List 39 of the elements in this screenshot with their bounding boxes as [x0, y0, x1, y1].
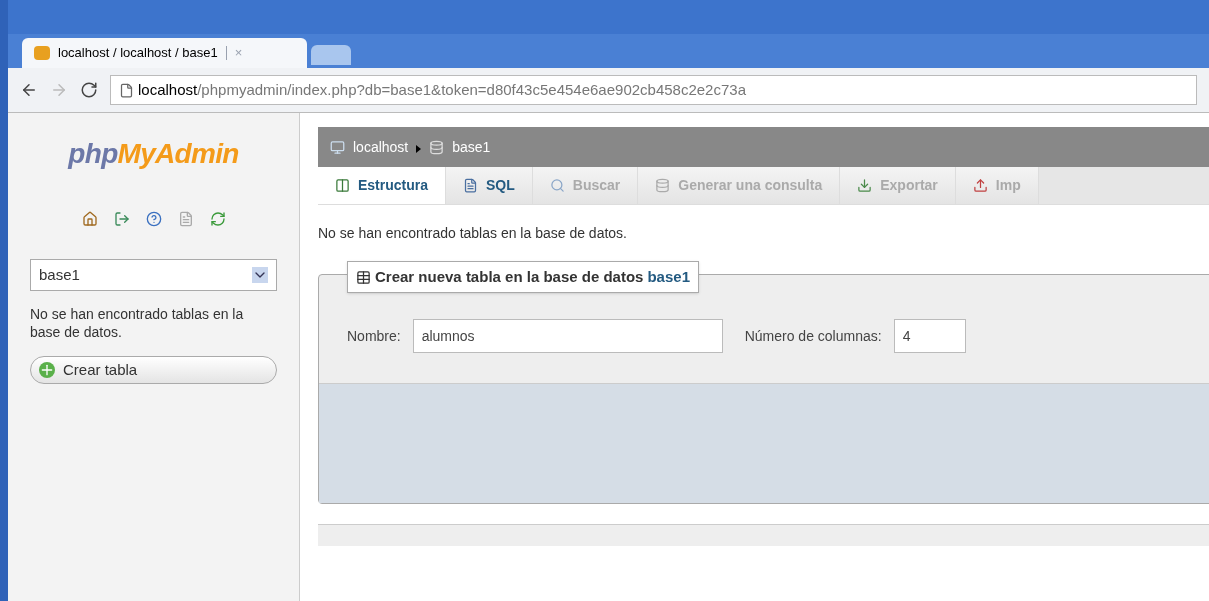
structure-icon — [335, 178, 350, 193]
new-table-icon — [356, 269, 371, 285]
document-icon — [463, 178, 479, 193]
name-field[interactable]: alumnos — [412, 319, 723, 353]
browser-tab[interactable]: localhost / localhost / base1 × — [22, 38, 307, 68]
columns-label: Número de columnas: — [744, 326, 882, 346]
database-select[interactable]: base1 — [30, 259, 277, 291]
back-icon[interactable] — [20, 81, 38, 99]
export-icon — [857, 178, 873, 193]
triangle-icon — [416, 145, 422, 153]
address-bar[interactable]: localhost/phpmyadmin/index.php?db=base1&token=d80f43c5e454e6ae902cb458c2e2c73a — [110, 75, 1197, 105]
columns-field[interactable]: 4 — [893, 319, 966, 353]
create-table-button[interactable]: Crear tabla — [30, 356, 277, 384]
chevron-down-icon — [252, 267, 268, 283]
import-icon — [972, 178, 988, 193]
name-label: Nombre: — [347, 326, 401, 346]
home-icon[interactable] — [81, 211, 98, 227]
page-icon — [119, 82, 134, 98]
database-icon — [655, 178, 671, 193]
help-icon[interactable] — [145, 211, 162, 227]
breadcrumb-link[interactable]: localhost — [353, 136, 409, 158]
breadcrumb-link[interactable]: base1 — [452, 136, 491, 158]
search-icon — [549, 178, 565, 193]
notice-text: No se han encontrado tablas en la base de datos. — [318, 224, 628, 243]
document-icon[interactable] — [177, 211, 194, 227]
legend-text: Crear nueva tabla en la base de datos — [375, 266, 644, 287]
database-icon — [429, 139, 445, 155]
database-name: base1 — [647, 266, 690, 287]
tab-title: localhost / localhost / base1 — [58, 44, 218, 63]
reload-icon[interactable] — [80, 81, 98, 99]
no-tables-message: No se han encontrado tablas en la base de datos. — [30, 305, 245, 341]
phpmyadmin-logo: phpMyAdmin — [66, 137, 240, 171]
tab[interactable]: Estructura — [318, 167, 447, 204]
tab[interactable]: SQL — [446, 167, 533, 204]
logout-icon[interactable] — [113, 211, 130, 227]
server-icon — [330, 139, 345, 155]
pma-logo-icon — [34, 46, 50, 60]
plus-icon — [39, 362, 55, 378]
url-text: localhost/phpmyadmin/index.php?db=base1&token=d80f43c5e454e6ae902cb458c2e2c73a — [138, 79, 746, 100]
